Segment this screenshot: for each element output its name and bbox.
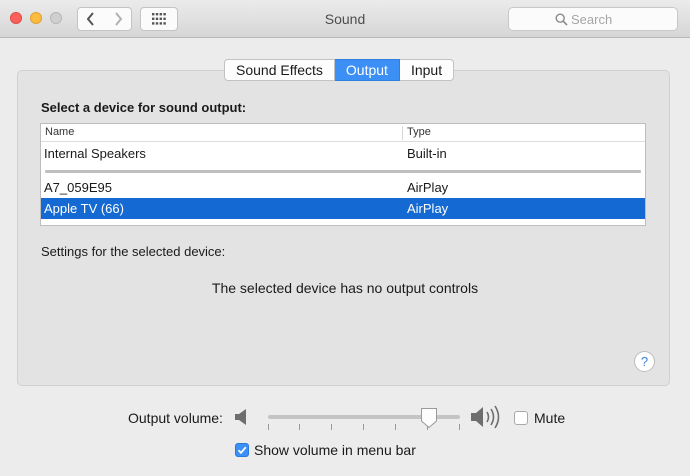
show-volume-in-menu-bar-label: Show volume in menu bar — [254, 442, 416, 458]
help-button[interactable]: ? — [634, 351, 655, 372]
checkmark-icon — [237, 446, 247, 455]
output-device-heading: Select a device for sound output: — [41, 100, 247, 115]
output-panel — [17, 70, 670, 386]
table-row[interactable]: Internal Speakers Built-in — [41, 143, 645, 164]
search-icon — [555, 13, 568, 26]
device-type: Built-in — [407, 146, 447, 161]
speaker-high-icon — [471, 405, 500, 429]
tab-output[interactable]: Output — [334, 59, 400, 81]
column-header-type[interactable]: Type — [407, 126, 431, 138]
speaker-low-icon — [235, 409, 246, 425]
table-row-selected[interactable]: Apple TV (66) AirPlay — [41, 198, 645, 219]
column-header-name[interactable]: Name — [45, 126, 74, 138]
show-volume-in-menu-bar-checkbox[interactable] — [235, 443, 249, 457]
table-row-partial[interactable] — [41, 219, 645, 225]
device-name: Apple TV (66) — [44, 201, 124, 216]
column-divider — [402, 126, 403, 140]
tab-bar: Sound Effects Output Input — [224, 59, 455, 81]
group-divider — [45, 170, 641, 173]
no-controls-message: The selected device has no output contro… — [211, 280, 479, 296]
tab-sound-effects[interactable]: Sound Effects — [224, 59, 335, 81]
device-name: A7_059E95 — [44, 180, 112, 195]
device-type: AirPlay — [407, 201, 449, 216]
device-type: AirPlay — [407, 180, 449, 195]
output-volume-label: Output volume: — [128, 410, 223, 426]
mute-checkbox[interactable] — [514, 411, 528, 425]
search-field[interactable] — [508, 7, 678, 31]
title-bar: Sound — [0, 0, 690, 38]
volume-slider-thumb[interactable] — [420, 407, 438, 429]
search-input[interactable] — [571, 11, 671, 27]
output-device-table[interactable]: Name Type Internal Speakers Built-in A7_… — [40, 123, 646, 226]
device-name: Internal Speakers — [44, 146, 146, 161]
mute-label: Mute — [534, 410, 566, 426]
settings-label: Settings for the selected device: — [41, 244, 226, 259]
tab-input[interactable]: Input — [399, 59, 455, 81]
table-row[interactable]: A7_059E95 AirPlay — [41, 177, 645, 198]
table-header: Name Type — [41, 124, 645, 142]
